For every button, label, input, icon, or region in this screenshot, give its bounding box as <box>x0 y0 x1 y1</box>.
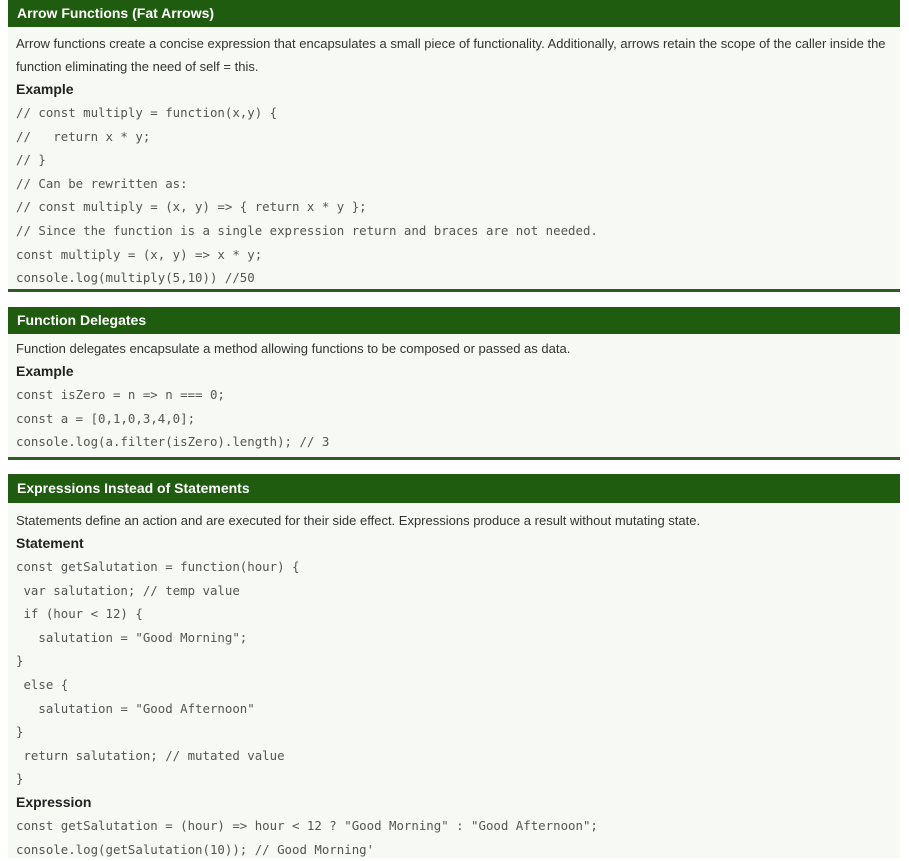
code-line: } <box>16 771 24 787</box>
code-line: // const multiply = (x, y) => { return x… <box>16 199 367 215</box>
code-line: // Since the function is a single expres… <box>16 222 598 238</box>
example-label: Example <box>16 363 74 379</box>
code-line: const getSalutation = function(hour) { <box>16 559 300 574</box>
code-line: const multiply = (x, y) => x * y; <box>16 246 263 262</box>
panel-description: Function delegates encapsulate a method … <box>16 341 571 356</box>
arrow-functions-panel: Arrow Functions (Fat Arrows) Arrow funct… <box>8 0 900 292</box>
panel-description: Statements define an action and are exec… <box>16 513 701 528</box>
code-line: // Can be rewritten as: <box>16 175 188 191</box>
function-delegates-panel: Function Delegates Function delegates en… <box>8 307 900 460</box>
statement-code-block: const getSalutation = function(hour) { v… <box>16 555 892 791</box>
code-line: // const multiply = function(x,y) { <box>16 105 278 120</box>
panel-title: Arrow Functions (Fat Arrows) <box>8 0 900 27</box>
code-line: console.log(a.filter(isZero).length); //… <box>16 434 330 450</box>
statement-label: Statement <box>16 535 84 551</box>
code-line: var salutation; // temp value <box>16 582 240 598</box>
code-line: if (hour < 12) { <box>16 606 143 622</box>
code-line: console.log(getSalutation(10)); // Good … <box>16 841 375 857</box>
code-line: } <box>16 653 24 669</box>
code-line: console.log(multiply(5,10)) //50 <box>16 270 255 286</box>
panel-description: Arrow functions create a concise express… <box>16 36 886 74</box>
code-block: const isZero = n => n === 0; const a = [… <box>16 383 892 454</box>
panel-body: Statements define an action and are exec… <box>8 503 900 861</box>
panel-title: Expressions Instead of Statements <box>8 474 900 503</box>
code-line: const getSalutation = (hour) => hour < 1… <box>16 817 598 833</box>
panel-title: Function Delegates <box>8 307 900 334</box>
code-line: // return x * y; <box>16 128 151 144</box>
code-line: else { <box>16 676 69 692</box>
panel-body: Function delegates encapsulate a method … <box>8 334 900 454</box>
code-line: return salutation; // mutated value <box>16 747 285 763</box>
code-line: salutation = "Good Morning"; <box>16 629 248 645</box>
code-line: const isZero = n => n === 0; <box>16 387 225 402</box>
code-line: // } <box>16 152 46 168</box>
expression-label: Expression <box>16 793 92 810</box>
code-line: } <box>16 724 24 740</box>
code-line: salutation = "Good Afternoon" <box>16 700 255 716</box>
code-line: const a = [0,1,0,3,4,0]; <box>16 410 196 426</box>
expression-code-block: const getSalutation = (hour) => hour < 1… <box>16 814 892 861</box>
example-label: Example <box>16 81 74 97</box>
panel-body: Arrow functions create a concise express… <box>8 27 900 290</box>
code-block: // const multiply = function(x,y) { // r… <box>16 101 892 290</box>
expressions-panel: Expressions Instead of Statements Statem… <box>8 474 900 858</box>
